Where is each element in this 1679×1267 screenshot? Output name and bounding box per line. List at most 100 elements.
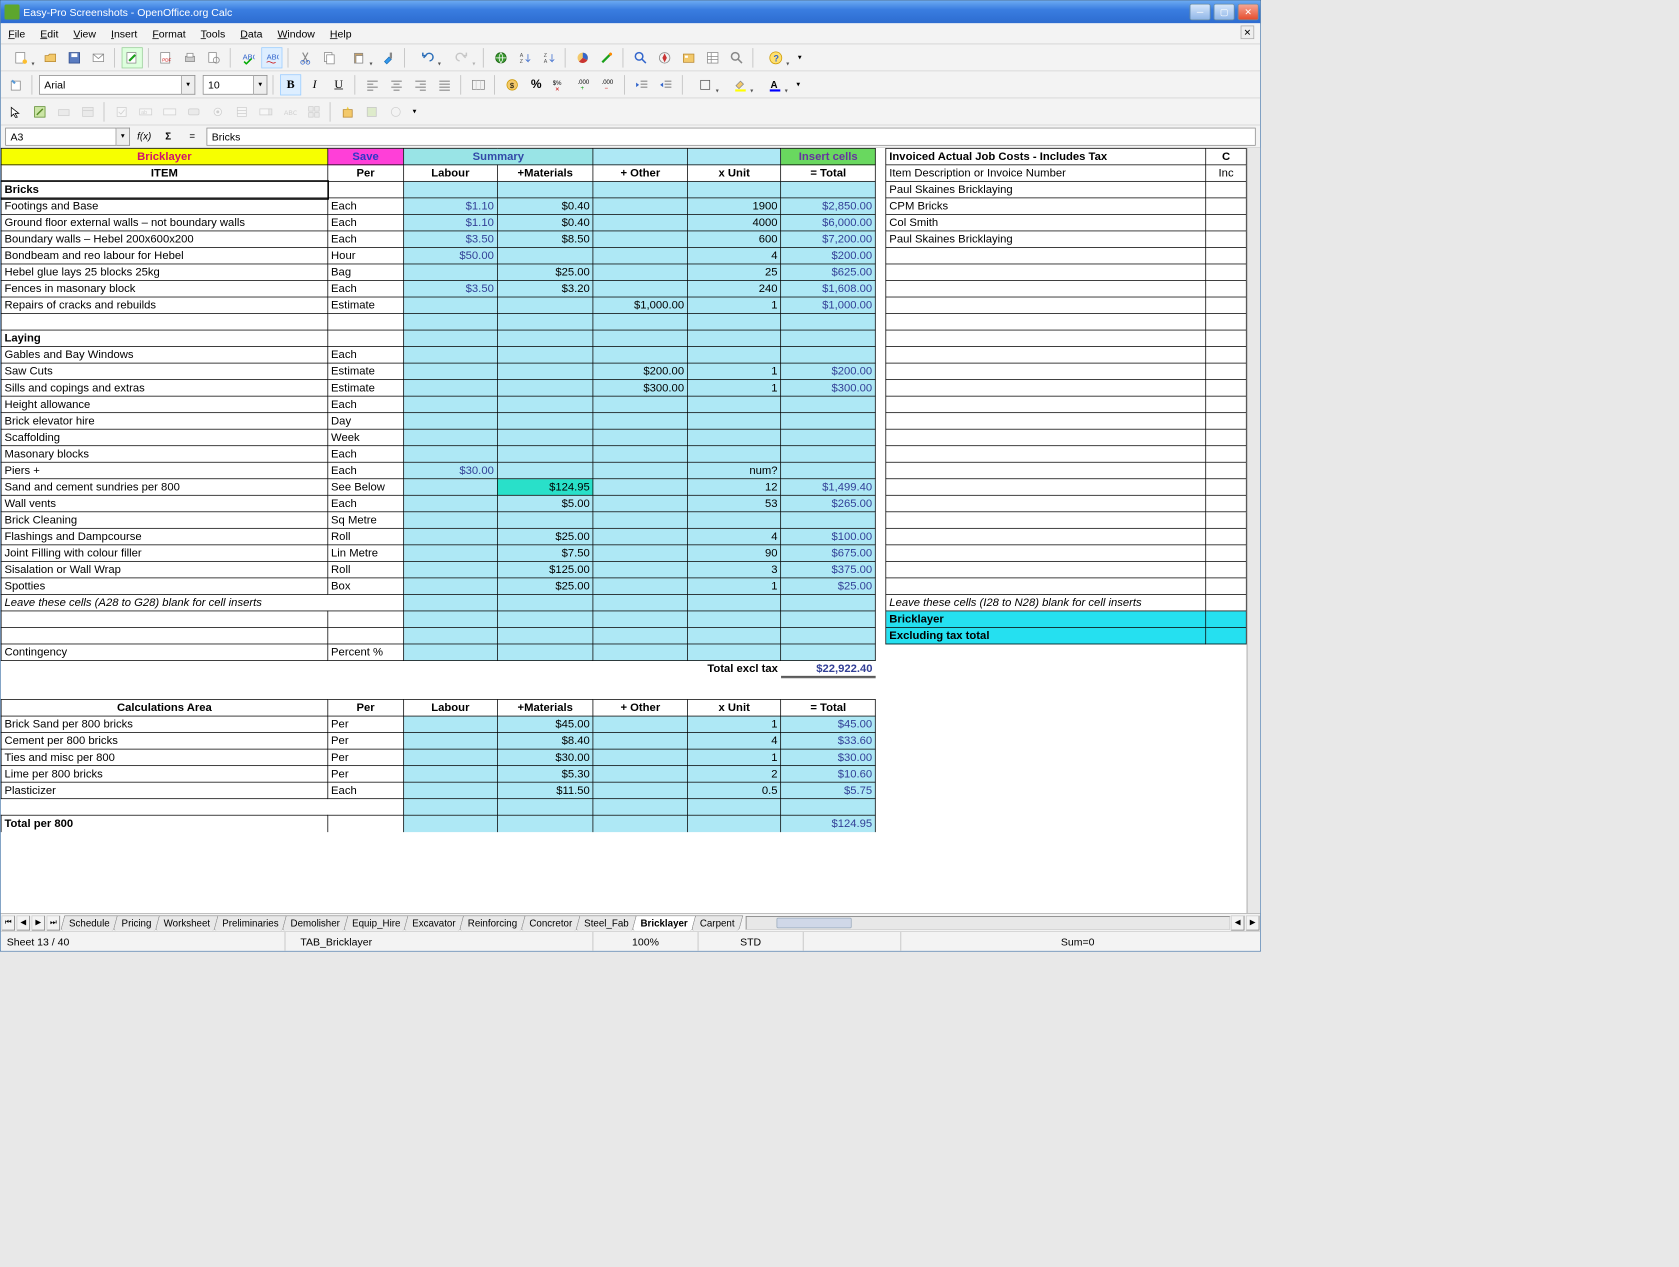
menu-edit[interactable]: Edit (33, 27, 66, 39)
cell-total[interactable]: $375.00 (781, 561, 876, 578)
cell-materials[interactable]: $30.00 (497, 749, 593, 766)
sheet-tab-pricing[interactable]: Pricing (113, 915, 160, 930)
cell-item[interactable]: Saw Cuts (1, 363, 328, 380)
cell-total[interactable]: $7,200.00 (781, 231, 876, 248)
section-laying[interactable]: Laying (1, 330, 328, 347)
cell-item[interactable]: Lime per 800 bricks (1, 766, 328, 783)
menu-tools[interactable]: Tools (193, 27, 233, 39)
more-controls-button[interactable] (303, 101, 324, 122)
cell-other[interactable] (593, 561, 687, 578)
status-zoom[interactable]: 100% (593, 932, 698, 951)
vertical-scrollbar[interactable] (1247, 148, 1261, 913)
cellref-dropdown-icon[interactable]: ▾ (116, 127, 130, 145)
cell-per[interactable]: Box (328, 578, 404, 595)
tab-first-button[interactable]: ⏮ (2, 915, 16, 930)
cell-materials[interactable] (497, 347, 593, 364)
cell-total[interactable]: $30.00 (781, 749, 876, 766)
cell-materials[interactable]: $0.40 (497, 198, 593, 215)
cell-materials[interactable]: $11.50 (497, 782, 593, 799)
close-button[interactable]: ✕ (1238, 4, 1259, 21)
cell-labour[interactable] (404, 380, 498, 397)
cell-total[interactable] (781, 396, 876, 413)
cell-per[interactable]: Per (328, 733, 404, 750)
cell-labour[interactable] (404, 512, 498, 529)
cell-labour[interactable] (404, 347, 498, 364)
cell-materials[interactable] (497, 247, 593, 264)
maximize-button[interactable]: ▢ (1214, 4, 1235, 21)
form-nav-button[interactable] (385, 101, 406, 122)
hscroll-right[interactable]: ▶ (1246, 915, 1260, 930)
menu-file[interactable]: File (1, 27, 33, 39)
styles-button[interactable] (5, 74, 26, 95)
right-cell[interactable]: Paul Skaines Bricklaying (886, 231, 1206, 248)
navigator-button[interactable] (654, 47, 675, 68)
textbox-button[interactable]: ab (135, 101, 156, 122)
cell-per[interactable]: Estimate (328, 363, 404, 380)
redo-button[interactable] (446, 47, 478, 68)
cell-labour[interactable]: $3.50 (404, 280, 498, 297)
cell-item[interactable]: Flashings and Dampcourse (1, 528, 328, 545)
cell-total[interactable]: $200.00 (781, 247, 876, 264)
cell-total[interactable]: $6,000.00 (781, 214, 876, 231)
del-decimal-button[interactable]: .000− (598, 74, 619, 95)
cell-labour[interactable] (404, 766, 498, 783)
cell-item[interactable]: Piers + (1, 462, 328, 479)
cell-other[interactable] (593, 512, 687, 529)
increase-indent-button[interactable] (656, 74, 677, 95)
align-center-button[interactable] (386, 74, 407, 95)
cell-per[interactable]: Hour (328, 247, 404, 264)
cell-labour[interactable] (404, 716, 498, 733)
cell-per[interactable]: Lin Metre (328, 545, 404, 562)
underline-button[interactable]: U (328, 74, 349, 95)
cell-unit[interactable] (687, 396, 780, 413)
tab-next-button[interactable]: ▶ (32, 915, 46, 930)
wizards-button[interactable] (337, 101, 358, 122)
merge-cells-button[interactable] (468, 74, 489, 95)
cell-other[interactable]: $200.00 (593, 363, 687, 380)
cell-reference-input[interactable] (5, 127, 116, 145)
cell-unit[interactable] (687, 512, 780, 529)
cell-materials[interactable] (497, 512, 593, 529)
cell-other[interactable] (593, 231, 687, 248)
cell-other[interactable]: $300.00 (593, 380, 687, 397)
cell-other[interactable] (593, 462, 687, 479)
cut-button[interactable] (295, 47, 316, 68)
cell-materials[interactable]: $0.40 (497, 214, 593, 231)
cell-per[interactable]: See Below (328, 479, 404, 496)
cell-materials[interactable]: $8.40 (497, 733, 593, 750)
cell-per[interactable]: Each (328, 214, 404, 231)
cell-total[interactable]: $1,000.00 (781, 297, 876, 314)
right-cell[interactable]: Col Smith (886, 214, 1206, 231)
paste-button[interactable] (343, 47, 375, 68)
cell-per[interactable]: Estimate (328, 297, 404, 314)
cell-per[interactable]: Sq Metre (328, 512, 404, 529)
cell-total[interactable] (781, 446, 876, 463)
menu-format[interactable]: Format (145, 27, 193, 39)
cell-other[interactable] (593, 782, 687, 799)
hscroll-left[interactable]: ◀ (1231, 915, 1245, 930)
cell-unit[interactable]: 0.5 (687, 782, 780, 799)
cell-labour[interactable] (404, 561, 498, 578)
font-dropdown-icon[interactable]: ▾ (182, 75, 196, 95)
cell-item[interactable]: Hebel glue lays 25 blocks 25kg (1, 264, 328, 281)
cell-materials[interactable] (497, 363, 593, 380)
cell-unit[interactable]: num? (687, 462, 780, 479)
cell-unit[interactable]: 1 (687, 578, 780, 595)
font-name-select[interactable]: Arial (39, 75, 182, 95)
tab-prev-button[interactable]: ◀ (17, 915, 31, 930)
cell-materials[interactable] (497, 380, 593, 397)
toolbar-dropdown[interactable]: ▾ (795, 47, 806, 68)
cell-item[interactable]: Brick elevator hire (1, 413, 328, 430)
find-button[interactable] (630, 47, 651, 68)
total-per-800[interactable]: Total per 800 (1, 815, 328, 832)
cell-other[interactable] (593, 214, 687, 231)
control-button[interactable] (53, 101, 74, 122)
cell-item[interactable]: Masonary blocks (1, 446, 328, 463)
new-doc-button[interactable] (5, 47, 37, 68)
cell-per[interactable]: Per (328, 766, 404, 783)
cell-materials[interactable] (497, 413, 593, 430)
cell-materials[interactable]: $8.50 (497, 231, 593, 248)
sheet-tab-worksheet[interactable]: Worksheet (155, 915, 219, 930)
cell-per[interactable]: Day (328, 413, 404, 430)
function-button[interactable]: = (182, 127, 202, 145)
